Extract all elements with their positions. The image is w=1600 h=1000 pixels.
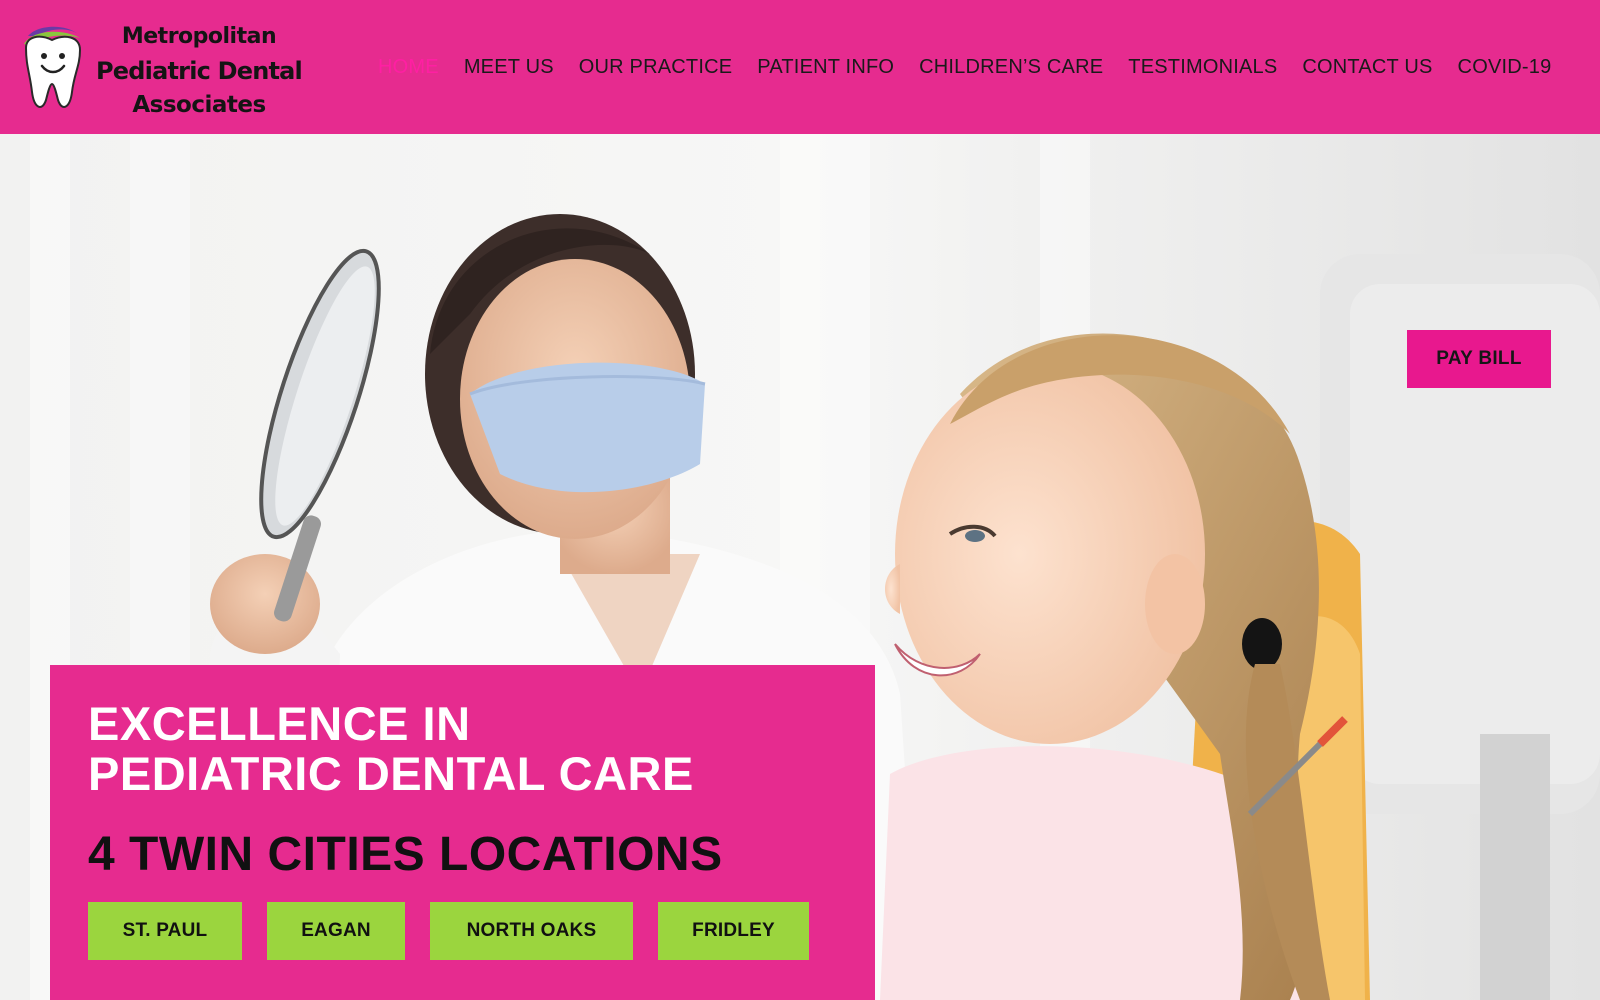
logo-wordmark: Metropolitan Pediatric Dental Associates: [94, 20, 304, 122]
location-north-oaks-button[interactable]: NORTH OAKS: [430, 902, 633, 960]
logo-line-1: Metropolitan: [121, 24, 277, 49]
pay-bill-button[interactable]: PAY BILL: [1407, 330, 1551, 388]
headline-line-1: EXCELLENCE IN: [88, 697, 471, 750]
logo-line-3: Associates: [132, 92, 266, 118]
nav-patient-info[interactable]: PATIENT INFO: [757, 56, 894, 79]
site-logo[interactable]: Metropolitan Pediatric Dental Associates: [18, 18, 303, 118]
smiling-tooth-icon: [24, 26, 82, 108]
promo-panel: EXCELLENCE IN PEDIATRIC DENTAL CARE 4 TW…: [50, 665, 875, 1000]
nav-childrens-care[interactable]: CHILDREN’S CARE: [919, 56, 1103, 79]
main-navigation: HOME MEET US OUR PRACTICE PATIENT INFO C…: [378, 52, 1551, 82]
nav-meet-us[interactable]: MEET US: [464, 56, 554, 79]
locations-title: 4 TWIN CITIES LOCATIONS: [88, 828, 723, 881]
nav-testimonials[interactable]: TESTIMONIALS: [1128, 56, 1277, 79]
site-header: Metropolitan Pediatric Dental Associates…: [0, 0, 1600, 134]
logo-line-2: Pediatric Dental: [96, 57, 303, 85]
location-buttons: ST. PAUL EAGAN NORTH OAKS FRIDLEY: [88, 902, 809, 960]
nav-home[interactable]: HOME: [378, 56, 439, 79]
hero-headline: EXCELLENCE IN PEDIATRIC DENTAL CARE: [88, 699, 694, 799]
headline-line-2: PEDIATRIC DENTAL CARE: [88, 747, 694, 800]
location-fridley-button[interactable]: FRIDLEY: [658, 902, 809, 960]
nav-covid-19[interactable]: COVID-19: [1458, 56, 1552, 79]
nav-our-practice[interactable]: OUR PRACTICE: [579, 56, 733, 79]
nav-contact-us[interactable]: CONTACT US: [1302, 56, 1432, 79]
location-st-paul-button[interactable]: ST. PAUL: [88, 902, 242, 960]
location-eagan-button[interactable]: EAGAN: [267, 902, 405, 960]
